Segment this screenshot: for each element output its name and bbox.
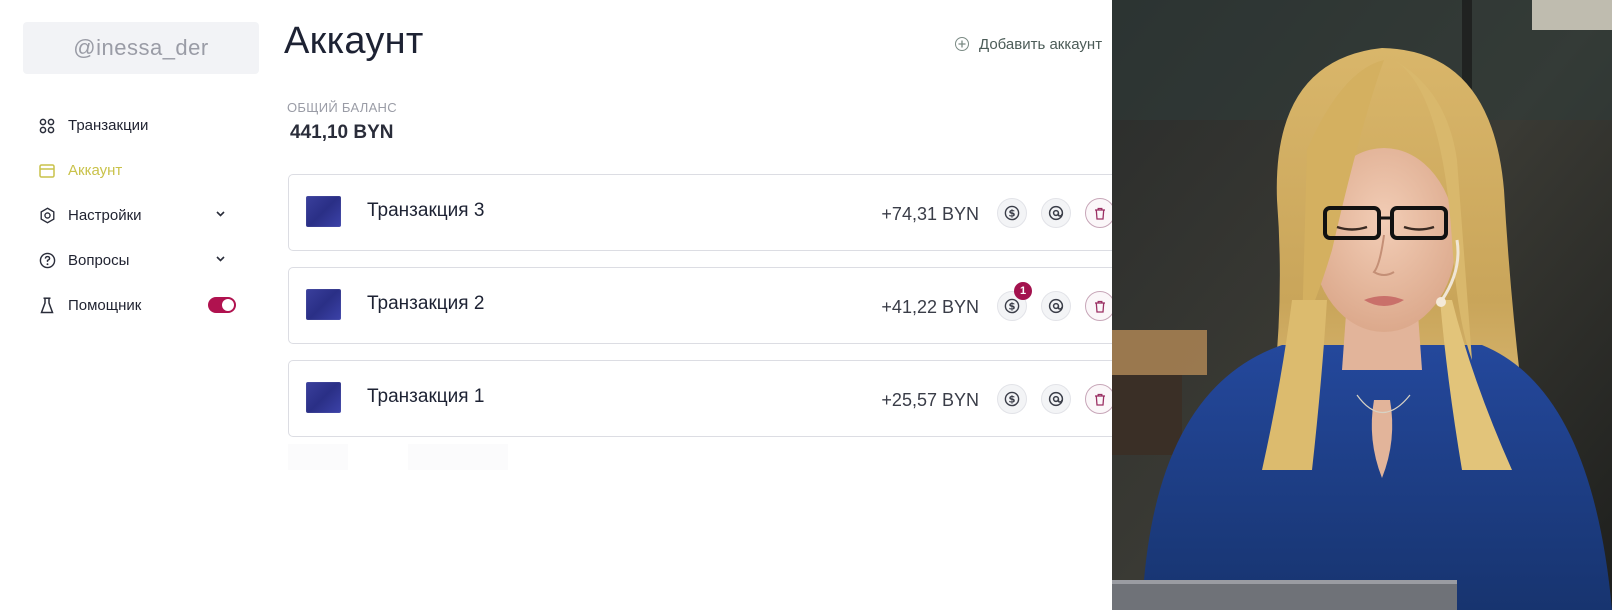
sidebar: @inessa_der Транзакции Аккаунт Настройки…	[0, 0, 262, 610]
sidebar-item-transactions[interactable]: Транзакции	[30, 103, 242, 148]
transaction-card[interactable]: Транзакция 2 +41,22 BYN $ 1	[288, 267, 1112, 344]
balance-value: 441,10 BYN	[290, 122, 394, 143]
dollar-coin-icon[interactable]: $	[997, 198, 1027, 228]
dollar-coin-icon[interactable]: $ 1	[997, 282, 1032, 321]
sidebar-item-label: Настройки	[68, 207, 142, 224]
plus-circle-icon	[955, 37, 969, 51]
settings-icon	[36, 205, 58, 227]
transaction-list: Транзакция 3 +74,31 BYN $ Транзакция 2 +…	[288, 174, 1112, 453]
sidebar-item-account[interactable]: Аккаунт	[30, 148, 242, 193]
transaction-thumbnail	[306, 382, 341, 413]
faded-placeholder-row	[288, 444, 1108, 470]
transaction-amount: +41,22 BYN	[881, 297, 979, 317]
dollar-coin-icon[interactable]: $	[997, 384, 1027, 414]
trash-icon[interactable]	[1085, 291, 1112, 321]
card-icon	[36, 160, 58, 182]
chevron-down-icon[interactable]	[212, 251, 228, 267]
add-account-label: Добавить аккаунт	[979, 35, 1103, 53]
presenter-illustration	[1112, 0, 1612, 610]
grid-icon	[36, 115, 58, 137]
trash-icon[interactable]	[1085, 198, 1112, 228]
sidebar-item-settings[interactable]: Настройки	[30, 193, 242, 238]
sidebar-item-assistant[interactable]: Помощник	[30, 283, 242, 328]
sidebar-nav: Транзакции Аккаунт Настройки Вопросы Пом…	[30, 103, 242, 328]
transaction-name: Транзакция 2	[367, 293, 485, 314]
transaction-name: Транзакция 3	[367, 200, 485, 221]
sidebar-item-faq[interactable]: Вопросы	[30, 238, 242, 283]
account-app: @inessa_der Транзакции Аккаунт Настройки…	[0, 0, 1112, 610]
chevron-down-icon[interactable]	[212, 206, 228, 222]
notification-badge: 1	[1014, 282, 1032, 300]
sidebar-item-label: Помощник	[68, 297, 142, 314]
sidebar-item-label: Вопросы	[68, 252, 130, 269]
at-sign-icon[interactable]	[1041, 384, 1071, 414]
transaction-thumbnail	[306, 196, 341, 227]
transaction-amount: +74,31 BYN	[881, 204, 979, 224]
transaction-amount: +25,57 BYN	[881, 390, 979, 410]
transaction-card[interactable]: Транзакция 3 +74,31 BYN $	[288, 174, 1112, 251]
balance-label: ОБЩИЙ БАЛАНС	[287, 100, 397, 115]
sidebar-item-label: Транзакции	[68, 117, 149, 134]
transaction-card[interactable]: Транзакция 1 +25,57 BYN $	[288, 360, 1112, 437]
presenter-video	[1112, 0, 1612, 610]
flask-icon	[36, 295, 58, 317]
page-title: Аккаунт	[284, 20, 424, 62]
transaction-name: Транзакция 1	[367, 386, 485, 407]
at-sign-icon[interactable]	[1041, 198, 1071, 228]
add-account-button[interactable]: Добавить аккаунт	[955, 33, 1102, 55]
help-icon	[36, 250, 58, 272]
svg-text:$: $	[1009, 302, 1016, 313]
at-sign-icon[interactable]	[1041, 291, 1071, 321]
transaction-thumbnail	[306, 289, 341, 320]
sidebar-item-label: Аккаунт	[68, 162, 123, 179]
svg-text:$: $	[1009, 395, 1016, 406]
username-box[interactable]: @inessa_der	[23, 22, 259, 74]
trash-icon[interactable]	[1085, 384, 1112, 414]
assistant-toggle[interactable]	[208, 297, 236, 313]
svg-text:$: $	[1009, 209, 1016, 220]
